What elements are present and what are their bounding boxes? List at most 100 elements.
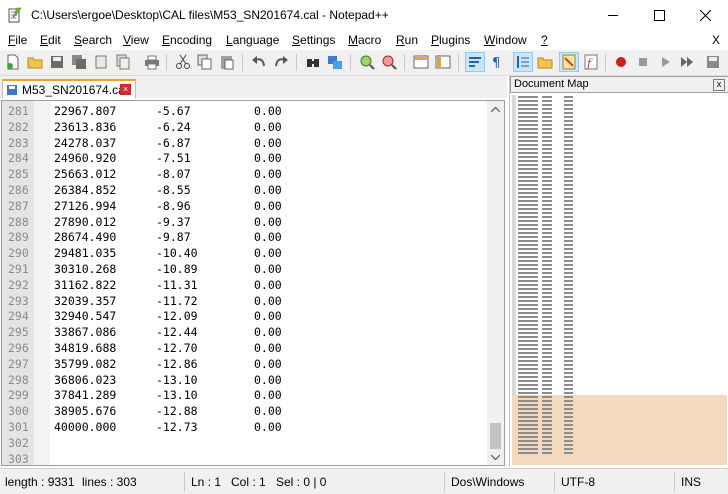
paste-icon	[221, 56, 234, 70]
gain-value: -13.10	[156, 372, 198, 387]
document-map-text-run	[564, 392, 573, 394]
document-map-close-button[interactable]: x	[713, 79, 725, 91]
function-list-button[interactable]: f	[582, 53, 600, 71]
close-file-button[interactable]	[92, 53, 110, 71]
indent-guide-button[interactable]	[513, 52, 533, 72]
document-map-text-run	[518, 180, 538, 182]
menu-search[interactable]: Search	[74, 33, 112, 47]
sync-vertical-icon	[413, 55, 429, 69]
menu-language[interactable]: Language	[226, 33, 279, 47]
menu-macro[interactable]: Macro	[348, 33, 381, 47]
menu-run[interactable]: Run	[396, 33, 418, 47]
sync-horizontal-button[interactable]	[434, 53, 452, 71]
document-map-line	[518, 451, 618, 455]
menu-file[interactable]: File	[8, 33, 27, 47]
document-map-text-run	[564, 164, 573, 166]
document-map-text-run	[518, 176, 538, 178]
phase-value: 0.00	[254, 340, 282, 355]
new-file-button[interactable]	[4, 53, 22, 71]
menu-settings[interactable]: Settings	[292, 33, 335, 47]
status-eol-format[interactable]: Dos\Windows	[451, 475, 524, 489]
menu-edit[interactable]: Edit	[40, 33, 61, 47]
word-wrap-button[interactable]	[465, 52, 485, 72]
document-map-text-run	[542, 408, 552, 410]
tab-m53-sn201674-cal[interactable]: M53_SN201674.cal ×	[2, 79, 136, 98]
document-map-text-run	[518, 396, 538, 398]
phase-value: 0.00	[254, 135, 282, 150]
frequency-value: 32039.357	[54, 293, 117, 308]
find-button[interactable]	[304, 53, 322, 71]
document-map-text-run	[564, 344, 573, 346]
status-encoding[interactable]: UTF-8	[561, 475, 595, 489]
document-map-text-run	[518, 352, 538, 354]
status-insert-mode[interactable]: INS	[681, 475, 701, 489]
document-map-text-run	[542, 144, 552, 146]
menu-bar: File Edit Search View Encoding Language …	[0, 31, 728, 50]
document-map-text-run	[564, 340, 573, 342]
close-window-button[interactable]	[682, 0, 728, 31]
paste-button[interactable]	[218, 53, 236, 71]
minimize-button[interactable]	[590, 0, 636, 31]
zoom-out-button[interactable]	[380, 53, 398, 71]
close-all-button[interactable]	[114, 53, 132, 71]
replace-button[interactable]	[326, 53, 344, 71]
document-map-panel: Document Map x	[509, 76, 728, 466]
document-map-text-run	[564, 108, 573, 110]
document-map-text-run	[518, 348, 538, 350]
document-map-text-run	[518, 172, 538, 174]
menu-view[interactable]: View	[123, 33, 149, 47]
save-all-icon	[72, 55, 86, 69]
playback-macro-button[interactable]	[656, 53, 674, 71]
document-map-text-run	[542, 304, 552, 306]
menu-plugins[interactable]: Plugins	[431, 33, 470, 47]
show-all-characters-button[interactable]: ¶	[488, 53, 506, 71]
menu-help[interactable]: ?	[541, 33, 548, 47]
save-all-button[interactable]	[70, 53, 88, 71]
folder-workspace-button[interactable]	[536, 53, 554, 71]
save-button[interactable]	[48, 53, 66, 71]
gain-value: -13.10	[156, 388, 198, 403]
editor-line: 300 38905.676 -12.88 0.00	[2, 404, 482, 420]
tab-close-button[interactable]: ×	[120, 84, 131, 95]
document-map-text-run	[564, 152, 573, 154]
scroll-thumb[interactable]	[490, 423, 501, 449]
editor-line: 301 40000.000 -12.73 0.00	[2, 420, 482, 436]
maximize-button[interactable]	[636, 0, 682, 31]
document-map-text-run	[564, 352, 573, 354]
copy-button[interactable]	[196, 53, 214, 71]
redo-button[interactable]	[272, 53, 290, 71]
editor-lines: 281 22967.807 -5.67 0.00 282 23613.836 -6.24 0…	[2, 104, 482, 465]
document-map-text-run	[518, 124, 538, 126]
indent-guide-icon	[517, 56, 529, 68]
menu-close-document[interactable]: X	[712, 33, 720, 47]
run-macro-multiple-button[interactable]	[678, 53, 696, 71]
record-macro-button[interactable]	[612, 53, 630, 71]
status-column: Col : 1	[231, 475, 266, 489]
document-map-text-run	[564, 292, 573, 294]
scroll-down-button[interactable]	[487, 448, 504, 465]
stop-recording-button[interactable]	[634, 53, 652, 71]
undo-icon	[252, 56, 265, 67]
record-macro-icon	[616, 57, 626, 67]
cut-button[interactable]	[174, 53, 192, 71]
save-macro-button[interactable]	[704, 53, 722, 71]
line-number: 296	[8, 340, 29, 355]
gain-value: -8.96	[156, 198, 191, 213]
document-map-text-run	[542, 184, 552, 186]
print-button[interactable]	[143, 53, 161, 71]
document-map-text-run	[518, 284, 538, 286]
document-map-preview[interactable]	[512, 95, 727, 465]
undo-button[interactable]	[250, 53, 268, 71]
document-map-button[interactable]	[559, 52, 579, 72]
scroll-up-button[interactable]	[487, 101, 504, 118]
menu-encoding[interactable]: Encoding	[162, 33, 212, 47]
sync-vertical-button[interactable]	[412, 53, 430, 71]
editor[interactable]: 281 22967.807 -5.67 0.00 282 23613.836 -6.24 0…	[1, 100, 505, 466]
menu-window[interactable]: Window	[484, 33, 527, 47]
document-map-text-run	[518, 232, 538, 234]
open-file-button[interactable]	[26, 53, 44, 71]
document-map-text-run	[564, 396, 573, 398]
editor-vertical-scrollbar[interactable]	[487, 101, 504, 465]
zoom-in-button[interactable]	[358, 53, 376, 71]
find-icon	[307, 59, 319, 67]
